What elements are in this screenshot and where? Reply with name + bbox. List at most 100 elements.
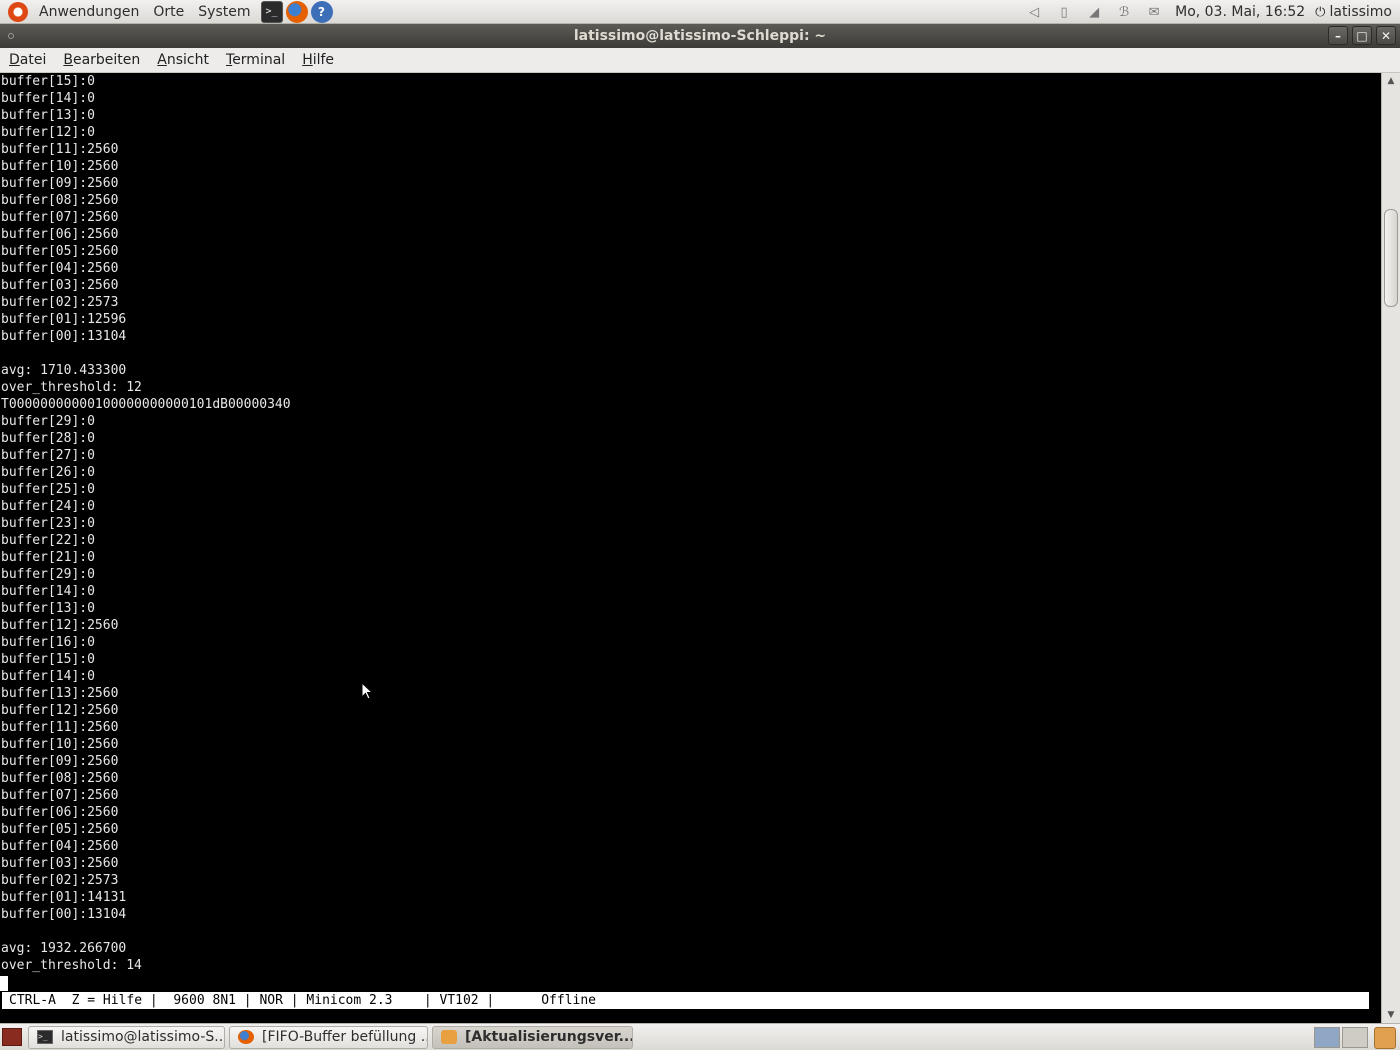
power-icon: ⏻ (1315, 4, 1326, 20)
terminal-line: buffer[10]:2560 (1, 737, 119, 752)
terminal-line: buffer[00]:13104 (1, 329, 127, 344)
terminal-line: buffer[22]:0 (1, 533, 95, 548)
terminal-line: buffer[08]:2560 (1, 771, 119, 786)
terminal-line: buffer[00]:13104 (1, 907, 127, 922)
terminal-line: buffer[11]:2560 (1, 142, 119, 157)
network-signal-icon[interactable]: ◢ (1085, 5, 1103, 20)
terminal-line: buffer[15]:0 (1, 652, 95, 667)
terminal-launcher-icon[interactable]: >_ (260, 0, 283, 23)
battery-icon[interactable]: ▯ (1055, 5, 1073, 20)
menu-hilfe[interactable]: Hilfe (293, 52, 342, 68)
menubar: Datei Bearbeiten Ansicht Terminal Hilfe (0, 48, 1400, 73)
terminal-line: buffer[09]:2560 (1, 176, 119, 191)
terminal-line: buffer[03]:2560 (1, 856, 119, 871)
terminal-line: buffer[07]:2560 (1, 788, 119, 803)
terminal-icon: >_ (37, 1030, 53, 1044)
window-menu-icon[interactable] (8, 33, 14, 39)
terminal-line: buffer[11]:2560 (1, 720, 119, 735)
terminal-line: buffer[12]:2560 (1, 618, 119, 633)
bottom-panel: >_ latissimo@latissimo-S... [FIFO-Buffer… (0, 1023, 1400, 1050)
clock[interactable]: Mo, 03. Mai, 16:52 (1175, 4, 1305, 20)
minimize-button[interactable]: – (1328, 26, 1348, 45)
terminal-line: buffer[01]:12596 (1, 312, 127, 327)
terminal-line: buffer[07]:2560 (1, 210, 119, 225)
terminal-line: buffer[01]:14131 (1, 890, 127, 905)
mail-icon[interactable]: ✉ (1145, 5, 1163, 20)
workspace-2[interactable] (1342, 1027, 1368, 1048)
workspace-1[interactable] (1314, 1027, 1340, 1048)
task-label: [Aktualisierungsver... (465, 1029, 633, 1045)
terminal-line: buffer[29]:0 (1, 414, 95, 429)
text-cursor (0, 976, 8, 991)
scroll-up-icon[interactable]: ▲ (1382, 73, 1400, 89)
terminal-line: buffer[26]:0 (1, 465, 95, 480)
places-menu[interactable]: Orte (146, 4, 191, 20)
minicom-status-line: CTRL-A Z = Hilfe | 9600 8N1 | NOR | Mini… (2, 992, 1369, 1009)
menu-datei[interactable]: Datei (0, 52, 54, 68)
taskbar-item-terminal[interactable]: >_ latissimo@latissimo-S... (28, 1025, 225, 1049)
update-manager-icon (441, 1030, 457, 1044)
scroll-down-icon[interactable]: ▼ (1382, 1007, 1400, 1023)
terminal-line: over_threshold: 14 (1, 958, 142, 973)
ubuntu-logo-icon[interactable] (8, 1, 28, 22)
window-titlebar[interactable]: latissimo@latissimo-Schleppi: ~ – □ ✕ (0, 24, 1400, 48)
menu-bearbeiten[interactable]: Bearbeiten (54, 52, 148, 68)
terminal-line: buffer[08]:2560 (1, 193, 119, 208)
terminal-line: buffer[24]:0 (1, 499, 95, 514)
terminal-line: buffer[03]:2560 (1, 278, 119, 293)
maximize-button[interactable]: □ (1352, 26, 1372, 45)
terminal-line: buffer[14]:0 (1, 669, 95, 684)
top-panel: Anwendungen Orte System >_ ? ◁ ▯ ◢ ℬ ✉ M… (0, 0, 1400, 24)
taskbar-item-update-manager[interactable]: [Aktualisierungsver... (432, 1025, 633, 1049)
terminal-line: buffer[14]:0 (1, 584, 95, 599)
terminal-line: buffer[12]:0 (1, 125, 95, 140)
taskbar-item-firefox[interactable]: [FIFO-Buffer befüllung ... (229, 1025, 428, 1049)
terminal-line: avg: 1932.266700 (1, 941, 127, 956)
terminal-line: buffer[14]:0 (1, 91, 95, 106)
close-button[interactable]: ✕ (1376, 26, 1396, 45)
scrollbar-thumb[interactable] (1384, 209, 1398, 307)
terminal-line: buffer[09]:2560 (1, 754, 119, 769)
terminal-line: buffer[04]:2560 (1, 261, 119, 276)
terminal-line: buffer[23]:0 (1, 516, 95, 531)
task-label: latissimo@latissimo-S... (61, 1029, 225, 1045)
applications-menu[interactable]: Anwendungen (32, 4, 146, 20)
window-title: latissimo@latissimo-Schleppi: ~ (573, 28, 827, 44)
menu-ansicht[interactable]: Ansicht (148, 52, 217, 68)
show-desktop-icon[interactable] (2, 1028, 22, 1046)
terminal-line: buffer[16]:0 (1, 635, 95, 650)
terminal-line: buffer[06]:2560 (1, 227, 119, 242)
terminal-line: buffer[04]:2560 (1, 839, 119, 854)
terminal-line: buffer[25]:0 (1, 482, 95, 497)
help-launcher-icon[interactable]: ? (310, 0, 333, 23)
bluetooth-icon[interactable]: ℬ (1115, 5, 1133, 20)
system-menu[interactable]: System (191, 4, 257, 20)
user-menu[interactable]: ⏻ latissimo (1315, 4, 1392, 20)
terminal-line: buffer[15]:0 (1, 74, 95, 89)
terminal-line: buffer[02]:2573 (1, 295, 119, 310)
firefox-launcher-icon[interactable] (285, 0, 308, 23)
terminal-line: buffer[27]:0 (1, 448, 95, 463)
user-name: latissimo (1329, 4, 1392, 20)
terminal-line: T00000000000100000000000101dB00000340 (1, 397, 291, 412)
terminal-line: buffer[29]:0 (1, 567, 95, 582)
terminal-line: buffer[13]:2560 (1, 686, 119, 701)
terminal-line: buffer[02]:2573 (1, 873, 119, 888)
trash-icon[interactable] (1374, 1026, 1396, 1049)
menu-terminal[interactable]: Terminal (217, 52, 293, 68)
terminal-line: buffer[13]:0 (1, 601, 95, 616)
terminal-line: buffer[06]:2560 (1, 805, 119, 820)
terminal-line: buffer[12]:2560 (1, 703, 119, 718)
terminal-line: avg: 1710.433300 (1, 363, 127, 378)
terminal-scrollbar[interactable]: ▲ ▼ (1381, 73, 1400, 1023)
task-label: [FIFO-Buffer befüllung ... (262, 1029, 428, 1045)
terminal-line: buffer[13]:0 (1, 108, 95, 123)
terminal-output[interactable]: buffer[15]:0 buffer[14]:0 buffer[13]:0 buff… (0, 73, 1381, 1010)
terminal-line: buffer[10]:2560 (1, 159, 119, 174)
volume-icon[interactable]: ◁ (1025, 5, 1043, 20)
terminal-line: buffer[05]:2560 (1, 244, 119, 259)
terminal-line: buffer[05]:2560 (1, 822, 119, 837)
system-tray: ◁ ▯ ◢ ℬ ✉ Mo, 03. Mai, 16:52 ⏻ latissimo (1019, 0, 1400, 24)
